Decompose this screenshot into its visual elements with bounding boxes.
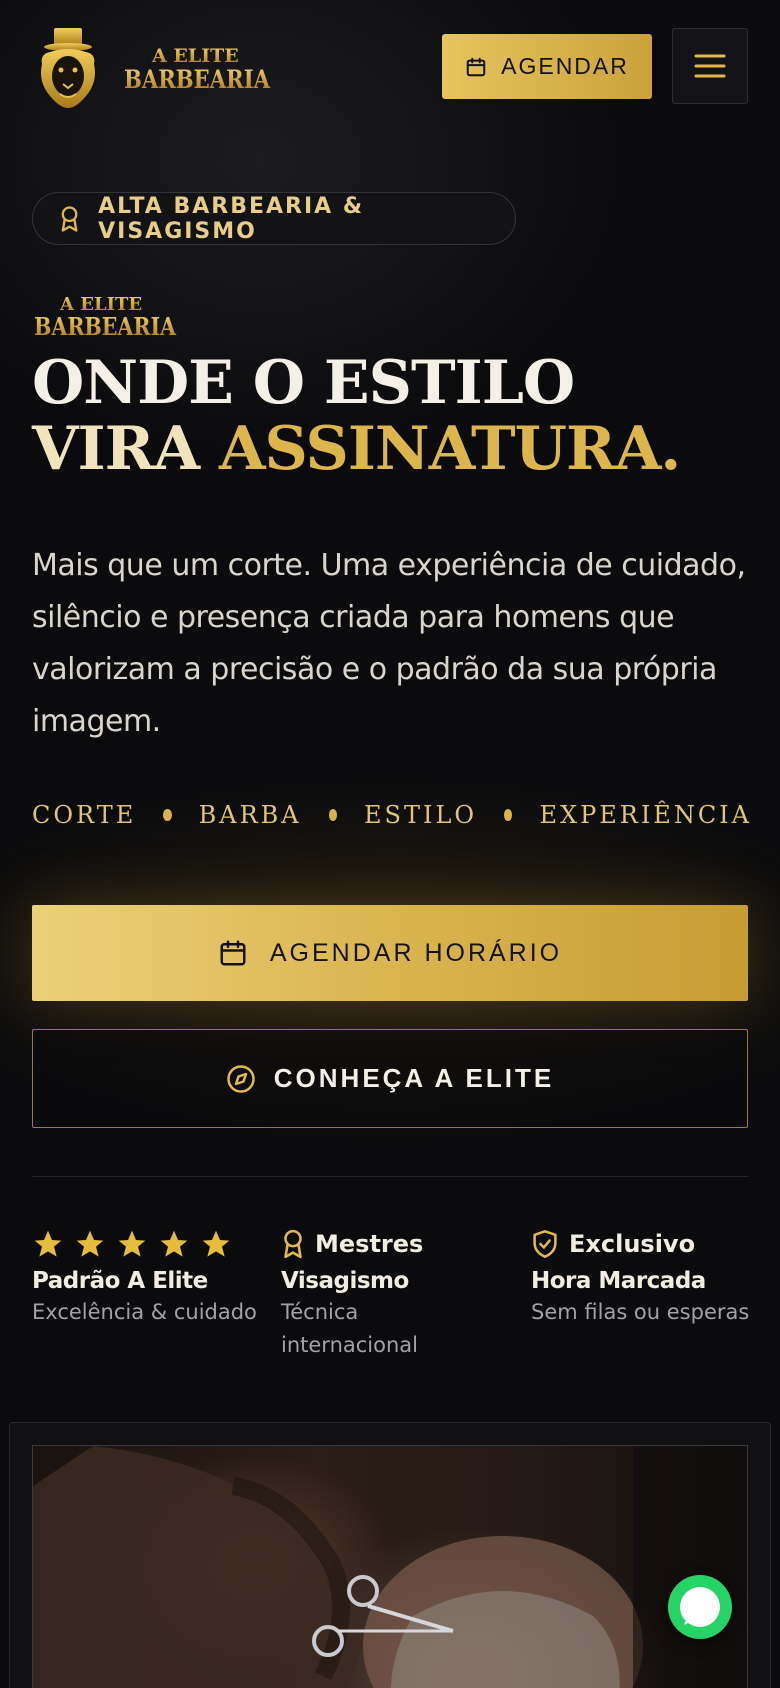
stat-title: Visagismo	[281, 1268, 409, 1294]
barber-photo	[32, 1445, 748, 1688]
cta-secondary-label: CONHEÇA A ELITE	[273, 1063, 555, 1093]
star-icon	[76, 1230, 104, 1257]
stat-subtitle: Sem filas ou esperas	[531, 1300, 750, 1324]
hero-headline: ONDE O ESTILO VIRA ASSINATURA.	[32, 350, 752, 482]
agendar-label: AGENDAR	[501, 53, 629, 79]
whatsapp-icon	[680, 1587, 720, 1627]
stat-head: Exclusivo	[531, 1226, 761, 1262]
stat-title: Padrão A Elite	[32, 1268, 208, 1294]
lion-mascot-logo[interactable]	[36, 26, 100, 110]
cta-primary-label: AGENDAR HORÁRIO	[269, 938, 563, 967]
star-icon	[202, 1230, 230, 1257]
tag-separator-dot	[504, 809, 513, 821]
stat-padrao: Padrão A Elite Excelência & cuidado	[32, 1226, 262, 1329]
stat-subtitle: Técnica internacional	[281, 1300, 418, 1357]
tag-experiencia: EXPERIÊNCIA	[539, 801, 752, 829]
stat-title: Hora Marcada	[531, 1268, 706, 1294]
hero-description: Mais que um corte. Uma experiência de cu…	[32, 548, 746, 739]
svg-text:BARBEARIA: BARBEARIA	[124, 65, 270, 94]
section-divider	[32, 1176, 748, 1177]
stat-head: Mestres	[281, 1226, 511, 1262]
landing-page: A ELITE BARBEARIA AGENDAR ALTA BARBEARIA…	[0, 0, 780, 1688]
whatsapp-button[interactable]	[668, 1575, 732, 1639]
hero-badge: ALTA BARBEARIA & VISAGISMO	[32, 192, 516, 245]
tag-estilo: ESTILO	[364, 801, 478, 829]
hero-brand-logo: A ELITE BARBEARIA	[34, 294, 176, 341]
shield-check-icon	[533, 1230, 557, 1258]
site-header: A ELITE BARBEARIA AGENDAR	[0, 0, 780, 135]
rating-stars	[32, 1226, 262, 1262]
svg-text:A ELITE: A ELITE	[151, 45, 239, 67]
stat-mestres: Mestres Visagismo Técnica internacional	[281, 1226, 511, 1362]
agendar-horario-button[interactable]: AGENDAR HORÁRIO	[32, 905, 748, 1001]
svg-text:BARBEARIA: BARBEARIA	[34, 312, 176, 341]
star-icon	[118, 1230, 146, 1257]
award-icon	[61, 205, 78, 232]
stat-subtitle: Excelência & cuidado	[32, 1300, 257, 1324]
stat-exclusivo: Exclusivo Hora Marcada Sem filas ou espe…	[531, 1226, 761, 1329]
conheca-elite-button[interactable]: CONHEÇA A ELITE	[32, 1029, 748, 1128]
brand-logo[interactable]: A ELITE BARBEARIA	[122, 42, 272, 94]
calendar-icon	[466, 57, 486, 76]
agendar-button[interactable]: AGENDAR	[442, 34, 652, 99]
star-icon	[160, 1230, 188, 1257]
compass-icon	[227, 1064, 255, 1093]
tag-corte: CORTE	[32, 801, 137, 829]
tag-barba: BARBA	[198, 801, 302, 829]
menu-button[interactable]	[672, 28, 748, 104]
stat-head-label: Exclusivo	[569, 1230, 696, 1258]
barber-photo-illustration	[33, 1446, 747, 1688]
calendar-icon	[220, 940, 246, 966]
headline-line-2a: VIRA	[32, 414, 219, 484]
hamburger-icon	[694, 54, 726, 78]
service-tags: CORTE BARBA ESTILO EXPERIÊNCIA	[32, 797, 752, 833]
star-icon	[34, 1230, 62, 1257]
stat-head-label: Mestres	[315, 1230, 424, 1258]
tag-separator-dot	[328, 809, 338, 821]
award-icon	[284, 1229, 302, 1259]
badge-label: ALTA BARBEARIA & VISAGISMO	[98, 193, 365, 244]
tag-separator-dot	[163, 809, 172, 821]
headline-line-1: ONDE O ESTILO	[32, 348, 575, 418]
headline-line-2b: ASSINATURA.	[218, 414, 681, 484]
